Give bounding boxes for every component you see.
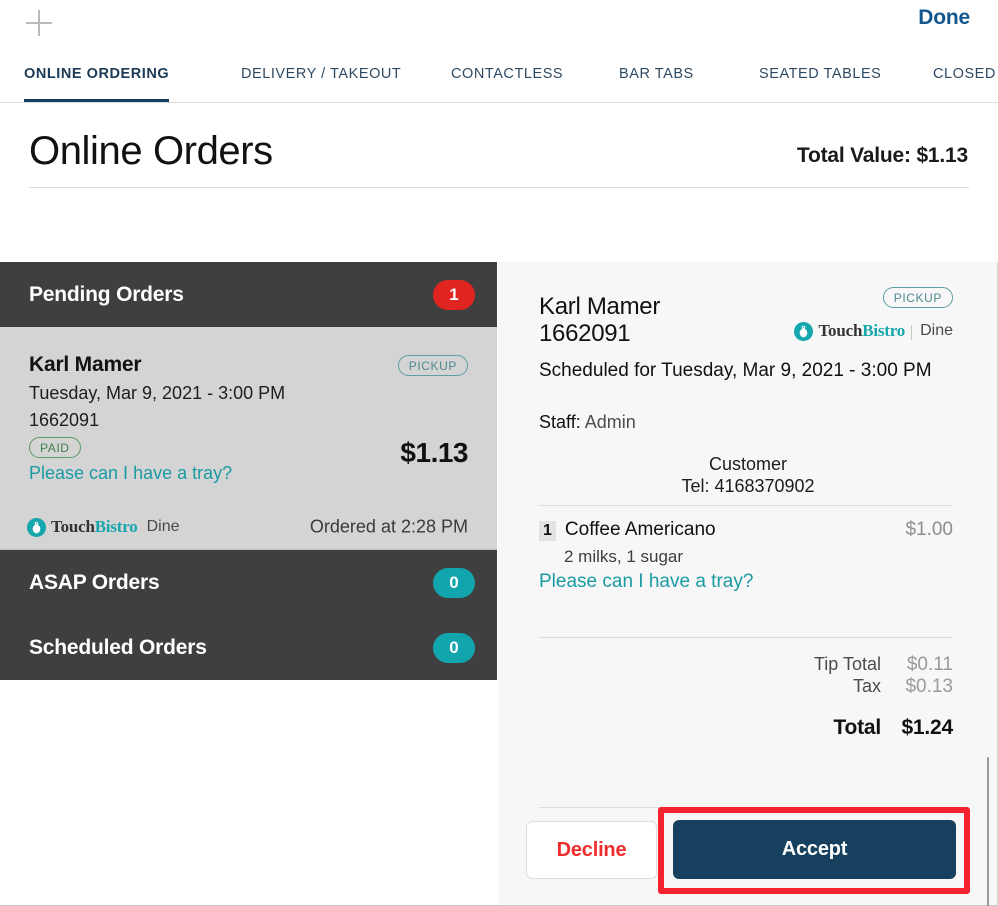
group-count-badge: 1 [433, 279, 475, 310]
tab-label: DELIVERY / TAKEOUT [241, 66, 402, 82]
items-divider-bottom [539, 637, 953, 638]
tab-bar-tabs[interactable]: BAR TABS [619, 48, 694, 102]
page-header: Online Orders Total Value: $1.13 [0, 103, 998, 245]
accept-button-highlight: Accept [658, 807, 970, 894]
paid-badge: PAID [29, 437, 81, 458]
tab-online-ordering[interactable]: ONLINE ORDERING [24, 48, 170, 102]
grand-total-value: $1.24 [901, 715, 953, 739]
page-title: Online Orders [29, 129, 273, 173]
decline-button[interactable]: Decline [526, 821, 657, 879]
total-row-tip: Tip Total $0.11 [814, 654, 953, 676]
tab-bar: ONLINE ORDERING DELIVERY / TAKEOUT CONTA… [0, 48, 998, 103]
detail-customer-block: Customer Tel: 4168370902 [498, 454, 998, 498]
top-bar: Done [0, 0, 998, 48]
add-icon[interactable] [26, 10, 52, 36]
total-label: Tip Total [813, 654, 881, 674]
brand-product-label: Dine [146, 518, 180, 535]
total-row-grand: Total $1.24 [814, 716, 953, 741]
group-header-asap-orders[interactable]: ASAP Orders 0 [0, 550, 497, 615]
customer-phone: Tel: 4168370902 [681, 475, 815, 496]
touchbistro-logo-icon [794, 321, 814, 341]
total-value: $0.11 [906, 654, 953, 675]
tab-seated-tables[interactable]: SEATED TABLES [759, 48, 882, 102]
items-divider-top [539, 505, 953, 506]
order-card-price: $1.13 [400, 437, 468, 468]
group-title: Scheduled Orders [29, 635, 207, 659]
order-item-quantity: 1 [539, 521, 556, 541]
order-item-line: 1 Coffee Americano $1.00 [539, 519, 953, 541]
order-card[interactable]: Karl Mamer Tuesday, Mar 9, 2021 - 3:00 P… [0, 327, 497, 550]
order-card-scheduled-time: Tuesday, Mar 9, 2021 - 3:00 PM [29, 383, 286, 403]
order-card-customer-name: Karl Mamer [29, 353, 142, 376]
order-card-order-number: 1662091 [29, 410, 100, 430]
pickup-badge: PICKUP [397, 355, 468, 376]
total-value-label: Total Value: $1.13 [796, 144, 968, 167]
order-item-row: 1 Coffee Americano $1.00 2 milks, 1 suga… [539, 519, 953, 593]
customer-label: Customer [708, 454, 788, 474]
order-card-brand: TouchBistro Dine [27, 517, 180, 537]
tab-contactless[interactable]: CONTACTLESS [451, 48, 564, 102]
order-card-note: Please can I have a tray? [29, 463, 233, 483]
touchbistro-logo-icon [27, 517, 46, 537]
staff-label: Staff: [539, 412, 581, 432]
group-title: Pending Orders [29, 282, 184, 306]
order-item-note: Please can I have a tray? [539, 571, 754, 592]
order-item-name: Coffee Americano [564, 519, 716, 540]
total-row-tax: Tax $0.13 [814, 676, 953, 698]
group-count-badge: 0 [433, 567, 475, 598]
detail-scheduled-time: Scheduled for Tuesday, Mar 9, 2021 - 3:0… [539, 360, 932, 381]
header-divider [29, 187, 969, 188]
touchbistro-wordmark: TouchBistro [818, 321, 906, 340]
brand-separator [911, 324, 913, 340]
tab-delivery-takeout[interactable]: DELIVERY / TAKEOUT [241, 48, 402, 102]
detail-staff: Staff: Admin [539, 412, 636, 433]
done-button[interactable]: Done [918, 6, 970, 30]
brand-product-label: Dine [920, 322, 953, 339]
order-management-screen: Done ONLINE ORDERING DELIVERY / TAKEOUT … [0, 0, 998, 906]
tab-label: CLOSED [933, 66, 996, 82]
tab-label: ONLINE ORDERING [24, 66, 170, 82]
order-list-panel: Pending Orders 1 Karl Mamer Tuesday, Mar… [0, 262, 497, 905]
tab-label: SEATED TABLES [759, 66, 882, 82]
tab-closed[interactable]: CLOSED [933, 48, 996, 102]
grand-total-label: Total [833, 715, 881, 739]
detail-order-number: 1662091 [539, 320, 631, 347]
action-bar: Decline Accept [498, 807, 998, 894]
detail-brand: TouchBistro Dine [794, 321, 953, 341]
tab-label: BAR TABS [619, 66, 694, 82]
order-card-ordered-at: Ordered at 2:28 PM [309, 516, 468, 537]
total-label: Tax [852, 676, 881, 697]
tab-label: CONTACTLESS [451, 66, 564, 82]
body: Pending Orders 1 Karl Mamer Tuesday, Mar… [0, 262, 998, 906]
group-header-scheduled-orders[interactable]: Scheduled Orders 0 [0, 615, 497, 680]
staff-value: Admin [584, 412, 636, 432]
group-title: ASAP Orders [29, 570, 160, 594]
totals-block: Tip Total $0.11 Tax $0.13 Total $1.24 [814, 654, 953, 741]
group-header-pending-orders[interactable]: Pending Orders 1 [0, 262, 497, 327]
order-item-price: $1.00 [905, 519, 953, 540]
total-value: $0.13 [905, 676, 953, 698]
group-count-badge: 0 [433, 632, 475, 663]
detail-customer-name: Karl Mamer [539, 293, 661, 320]
order-item-modifiers: 2 milks, 1 sugar [564, 547, 684, 566]
order-detail-panel: Karl Mamer 1662091 PICKUP TouchBistro Di… [497, 262, 998, 906]
accept-button[interactable]: Accept [673, 820, 956, 879]
touchbistro-wordmark: TouchBistro [51, 517, 138, 536]
pickup-badge: PICKUP [882, 287, 953, 308]
